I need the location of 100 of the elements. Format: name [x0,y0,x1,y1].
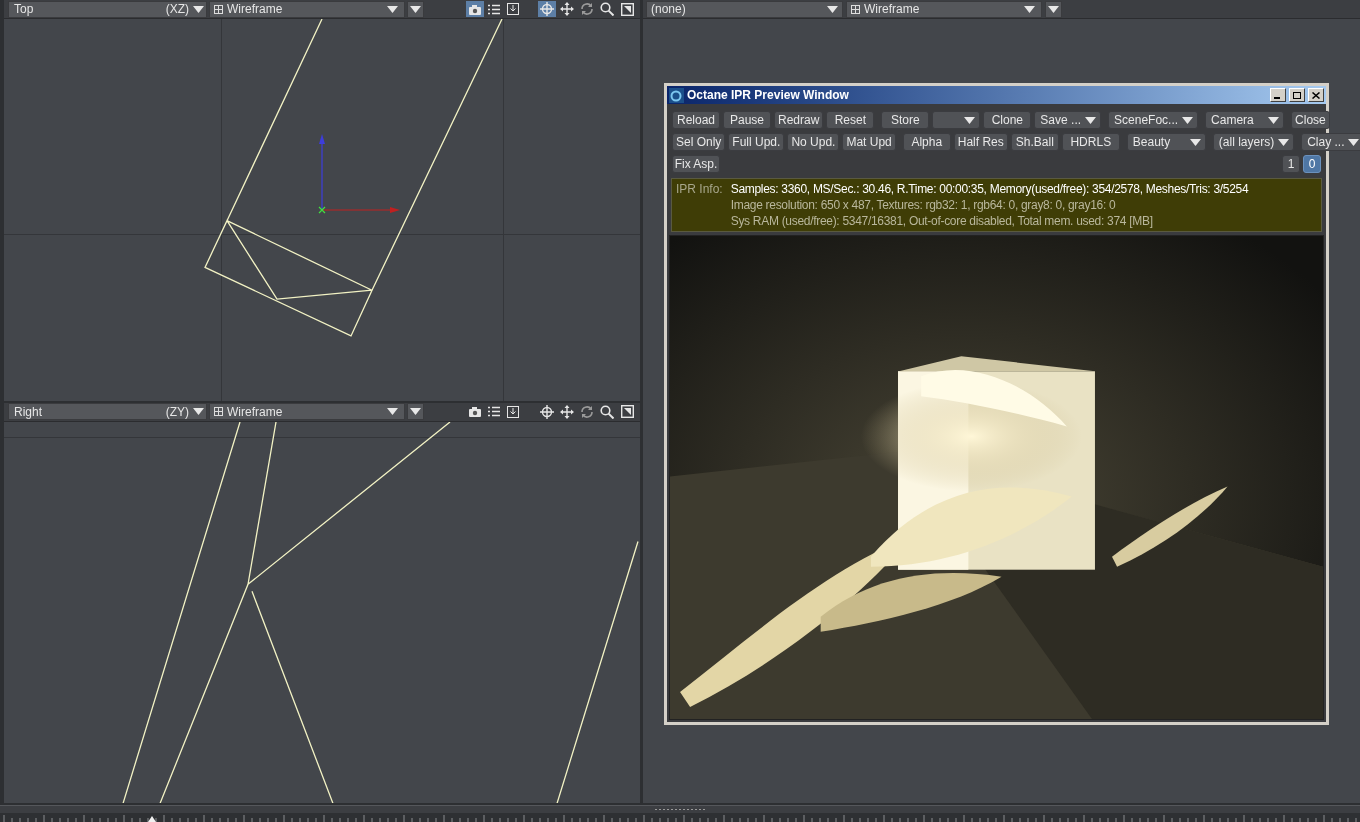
dropdown[interactable]: Save ... [1034,111,1102,129]
options-dropdown[interactable] [1045,0,1062,18]
view-name: Right [14,405,42,418]
toolbar-button[interactable]: HDRLS [1061,133,1120,151]
grip-icon[interactable] [655,808,705,811]
list-icon [488,3,500,15]
caret-icon [193,5,204,13]
maximize-icon [1293,91,1301,99]
caret-icon [1268,116,1280,124]
dropdown[interactable]: Clay ... [1301,133,1360,151]
options-dropdown[interactable] [407,0,424,18]
maximize-icon [620,2,634,16]
view-tool-button[interactable] [504,403,522,420]
render-mode-label: Wireframe [227,3,284,15]
toolbar-button[interactable]: Close [1291,111,1330,129]
view-dropdown[interactable]: Right (ZY) [8,403,207,420]
render-mode-dropdown[interactable]: Wireframe [209,0,405,18]
caret-icon [964,116,976,124]
render-mode-label: Wireframe [864,3,921,15]
maximize-icon [620,405,634,418]
close-icon [1312,91,1320,99]
close-button[interactable] [1308,88,1324,102]
toolbar-button[interactable]: Alpha [902,133,951,151]
view-tool-button[interactable] [578,1,596,17]
view-tool-button[interactable] [618,1,636,17]
caret-icon [387,408,398,415]
caret-icon [827,5,838,13]
caret-icon [1182,116,1194,124]
toolbar-button[interactable]: Reset [826,111,875,129]
save-icon [507,405,519,418]
view-tool-button[interactable] [558,1,576,17]
maximize-button[interactable] [1289,88,1305,102]
caret-icon [1048,5,1059,13]
view-name: Top [14,3,34,15]
info-line: Samples: 3360, MS/Sec.: 30.46, R.Time: 00:00:35, Memory(used/free): 354/2578, Meshes/Tris: 3/5254 [730,181,1249,197]
minimize-button[interactable] [1270,88,1286,102]
info-line: Sys RAM (used/free): 5347/16381, Out-of-core disabled, Total mem. used: 374 [MB] [730,213,1154,229]
save-icon [507,3,519,15]
rotate-icon [580,2,594,16]
toolbar-button[interactable]: Reload [672,111,720,129]
options-dropdown[interactable] [407,403,424,420]
rotate-icon [580,404,594,419]
grid-icon [214,4,223,14]
grid-icon [851,4,860,14]
toolbar-button[interactable]: Full Upd. [728,133,785,151]
dropdown[interactable]: Camera [1205,111,1285,129]
toolbar-button[interactable]: Half Res [953,133,1008,151]
object-name: (none) [651,3,687,15]
view-tool-button[interactable] [466,1,484,17]
move-icon [560,404,574,419]
search-icon [600,404,614,419]
render-mode-dropdown[interactable]: Wireframe [846,0,1042,18]
dropdown[interactable]: SceneFoc... [1108,111,1199,129]
render-mode-dropdown[interactable]: Wireframe [209,403,405,420]
window-title: Octane IPR Preview Window [687,89,850,101]
caret-icon [1189,138,1201,146]
view-tool-button[interactable] [618,403,636,420]
toolbar-button[interactable]: Pause [723,111,771,129]
page-button[interactable]: 0 [1303,155,1321,173]
move-icon [560,2,574,16]
toolbar-button[interactable]: No Upd. [787,133,840,151]
caret-icon [410,408,421,415]
dropdown[interactable]: Beauty [1126,133,1206,151]
crosshair-icon [540,404,554,419]
app-icon [669,87,684,103]
view-tool-button[interactable] [598,403,616,420]
dropdown[interactable]: (all layers) [1212,133,1295,151]
dropdown[interactable] [932,111,981,129]
page-button[interactable]: 1 [1282,155,1300,173]
caret-icon [193,408,204,415]
search-icon [600,2,614,16]
view-dropdown[interactable]: Top (XZ) [8,0,207,18]
list-icon [488,406,500,417]
info-line: Image resolution: 650 x 487, Textures: rgb32: 1, rgb64: 0, gray8: 0, gray16: 0 [730,197,1117,213]
camera-icon [469,3,481,15]
caret-icon [387,5,398,13]
view-tool-button[interactable] [558,403,576,420]
crosshair-icon [540,2,554,16]
caret-icon [410,5,421,13]
grid-icon [214,407,223,416]
view-tool-button[interactable] [504,1,522,17]
toolbar-button[interactable]: Redraw [774,111,824,129]
axes-label: (ZY) [165,405,189,418]
toolbar-button[interactable]: Sh.Ball [1010,133,1059,151]
toolbar-button[interactable]: Clone [983,111,1032,129]
toolbar-button[interactable]: Sel Only [672,133,726,151]
camera-icon [469,406,481,417]
toolbar-button[interactable]: Mat Upd [842,133,896,151]
render-mode-label: Wireframe [227,405,284,418]
toolbar-button[interactable]: Store [881,111,930,129]
object-dropdown[interactable]: (none) [646,0,843,18]
view-tool-button[interactable] [578,403,596,420]
toolbar-button[interactable]: Fix Asp. [672,155,720,173]
view-tool-button[interactable] [538,403,556,420]
info-label: IPR Info: [676,181,723,198]
axes-label: (XZ) [165,3,189,15]
caret-icon [1348,138,1360,146]
caret-icon [1085,116,1097,124]
view-tool-button[interactable] [598,1,616,17]
caret-icon [1024,5,1035,13]
